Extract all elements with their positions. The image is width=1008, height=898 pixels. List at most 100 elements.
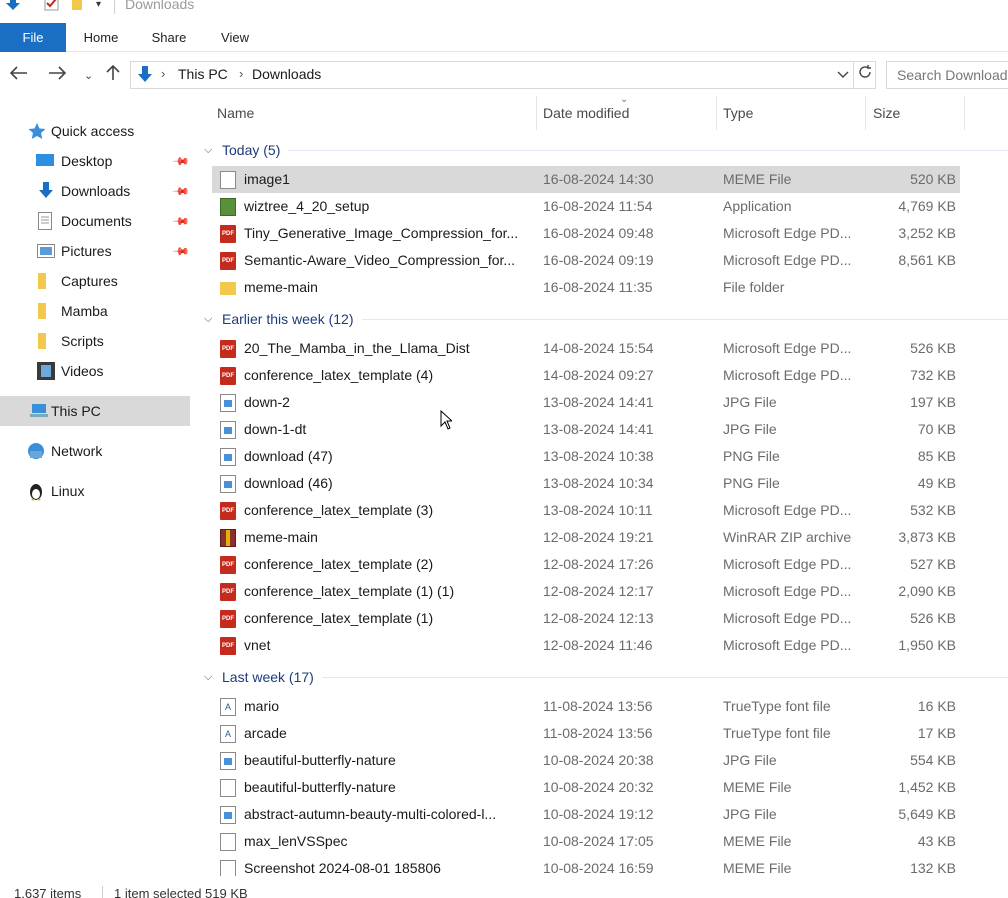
file-date-modified: 13-08-2024 14:41 — [543, 421, 654, 437]
customize-toolbar-chevron-icon[interactable]: ▾ — [96, 0, 101, 14]
breadcrumb-chevron-icon[interactable]: › — [239, 66, 243, 81]
file-row[interactable]: meme-main 16-08-2024 11:35 File folder — [212, 274, 960, 301]
breadcrumb-downloads[interactable]: Downloads — [252, 66, 321, 82]
file-name: Screenshot 2024-08-01 185806 — [244, 860, 441, 876]
sidebar-item-scripts[interactable]: Scripts — [0, 326, 192, 356]
sidebar-item-captures[interactable]: Captures — [0, 266, 192, 296]
file-row[interactable]: download (47) 13-08-2024 10:38 PNG File 85 … — [212, 443, 960, 470]
tab-home[interactable]: Home — [70, 23, 132, 52]
file-row[interactable]: wiztree_4_20_setup 16-08-2024 11:54 Applic… — [212, 193, 960, 220]
pdf-icon: PDF — [220, 583, 236, 601]
sidebar-item-documents[interactable]: Documents 📌 — [0, 206, 192, 236]
address-bar[interactable]: › This PC › Downloads — [130, 61, 854, 89]
file-type: PNG File — [723, 475, 780, 491]
file-name: Semantic-Aware_Video_Compression_for... — [244, 252, 516, 268]
pin-icon[interactable]: 📌 — [171, 242, 190, 260]
file-row[interactable]: Amario 11-08-2024 13:56 TrueType font file… — [212, 693, 960, 720]
collapse-chevron-icon[interactable]: ⌵ — [204, 144, 214, 157]
file-date-modified: 12-08-2024 12:17 — [543, 583, 654, 599]
tab-file[interactable]: File — [0, 23, 66, 52]
download-arrow-icon[interactable] — [4, 0, 22, 14]
file-row[interactable]: PDF conference_latex_template (3) 13-08-20… — [212, 497, 960, 524]
breadcrumb-this-pc[interactable]: This PC — [178, 66, 228, 82]
pin-icon[interactable]: 📌 — [171, 212, 190, 230]
sidebar-item-quick-access[interactable]: Quick access — [0, 116, 192, 146]
file-name: max_lenVSSpec — [244, 833, 348, 849]
group-label: Today (5) — [222, 142, 281, 158]
file-name: meme-main — [244, 529, 318, 545]
tab-share[interactable]: Share — [140, 23, 198, 52]
pdf-icon: PDF — [220, 225, 236, 243]
pin-icon[interactable]: 📌 — [171, 152, 190, 170]
new-folder-icon[interactable] — [72, 0, 84, 14]
column-header-size[interactable]: Size — [873, 96, 900, 130]
sidebar-item-pictures[interactable]: Pictures 📌 — [0, 236, 192, 266]
mouse-cursor-icon — [440, 409, 454, 433]
file-size: 43 KB — [917, 833, 956, 849]
column-divider[interactable] — [536, 96, 537, 130]
file-row[interactable]: down-2 13-08-2024 14:41 JPG File 197 KB — [212, 389, 960, 416]
file-row[interactable]: PDF 20_The_Mamba_in_the_Llama_Dist 14-08-2… — [212, 335, 960, 362]
file-row[interactable]: down-1-dt 13-08-2024 14:41 JPG File 70 KB — [212, 416, 960, 443]
file-type: JPG File — [723, 752, 777, 768]
file-row[interactable]: max_lenVSSpec 10-08-2024 17:05 MEME File 43… — [212, 828, 960, 855]
column-divider[interactable] — [964, 96, 965, 130]
file-row[interactable]: PDF conference_latex_template (1) 12-08-20… — [212, 605, 960, 632]
file-name: conference_latex_template (1) (1) — [244, 583, 455, 599]
sidebar-item-videos[interactable]: Videos — [0, 356, 192, 386]
column-header-type[interactable]: Type — [723, 96, 753, 130]
file-row[interactable]: PDF vnet 12-08-2024 11:46 Microsoft Edge PD… — [212, 632, 960, 659]
breadcrumb-chevron-icon[interactable]: › — [161, 66, 165, 81]
file-name: beautiful-butterfly-nature — [244, 752, 396, 768]
folder-icon — [38, 333, 56, 349]
sidebar-item-linux[interactable]: Linux — [0, 476, 192, 506]
group-header[interactable]: ⌵ Earlier this week (12) — [204, 309, 354, 329]
sidebar-item-network[interactable]: Network — [0, 436, 192, 466]
file-row[interactable]: abstract-autumn-beauty-multi-colored-l..… — [212, 801, 960, 828]
sidebar-item-this-pc[interactable]: This PC — [0, 396, 190, 426]
file-row[interactable]: PDF conference_latex_template (1) (1) 12-0… — [212, 578, 960, 605]
refresh-button[interactable] — [854, 61, 876, 89]
tab-view[interactable]: View — [206, 23, 264, 52]
column-divider[interactable] — [865, 96, 866, 130]
navigation-bar: ⌄ › This PC › Downloads Search Downloads — [0, 52, 1008, 96]
column-header-name[interactable]: Name — [217, 96, 254, 130]
file-name: conference_latex_template (2) — [244, 556, 434, 572]
group-header[interactable]: ⌵ Today (5) — [204, 140, 280, 160]
group-header[interactable]: ⌵ Last week (17) — [204, 667, 314, 687]
file-size: 132 KB — [910, 860, 956, 876]
file-row[interactable]: PDF Tiny_Generative_Image_Compression_for… — [212, 220, 960, 247]
file-row[interactable]: Aarcade 11-08-2024 13:56 TrueType font fil… — [212, 720, 960, 747]
sidebar-item-downloads[interactable]: Downloads 📌 — [0, 176, 192, 206]
collapse-chevron-icon[interactable]: ⌵ — [204, 671, 214, 684]
properties-check-icon[interactable] — [44, 0, 60, 14]
file-date-modified: 11-08-2024 13:56 — [543, 725, 653, 741]
forward-arrow-icon[interactable] — [48, 64, 67, 84]
recent-locations-chevron-icon[interactable]: ⌄ — [84, 66, 93, 86]
file-row[interactable]: PDF Semantic-Aware_Video_Compression_for.… — [212, 247, 960, 274]
videos-icon — [37, 362, 55, 380]
file-row[interactable]: beautiful-butterfly-nature 10-08-2024 20:… — [212, 747, 960, 774]
pin-icon[interactable]: 📌 — [171, 182, 190, 200]
navigation-pane: Quick access Desktop 📌 Downloads 📌 Docum… — [0, 96, 192, 876]
up-arrow-icon[interactable] — [106, 64, 120, 84]
collapse-chevron-icon[interactable]: ⌵ — [204, 313, 214, 326]
file-row[interactable]: PDF conference_latex_template (4) 14-08-20… — [212, 362, 960, 389]
column-divider[interactable] — [716, 96, 717, 130]
file-row[interactable]: meme-main 12-08-2024 19:21 WinRAR ZIP arch… — [212, 524, 960, 551]
file-row[interactable]: beautiful-butterfly-nature 10-08-2024 20:… — [212, 774, 960, 801]
pdf-icon: PDF — [220, 637, 236, 655]
back-arrow-icon[interactable] — [9, 64, 28, 84]
file-row[interactable]: PDF conference_latex_template (2) 12-08-20… — [212, 551, 960, 578]
file-size: 520 KB — [910, 171, 956, 187]
file-name: down-2 — [244, 394, 290, 410]
column-header-date-modified[interactable]: Date modified — [543, 96, 629, 130]
file-row[interactable]: download (46) 13-08-2024 10:34 PNG File 49 … — [212, 470, 960, 497]
file-date-modified: 16-08-2024 11:35 — [543, 279, 653, 295]
file-row[interactable]: image1 16-08-2024 14:30 MEME File 520 KB — [212, 166, 960, 193]
address-dropdown-chevron-icon[interactable] — [837, 65, 849, 86]
font-icon: A — [220, 698, 236, 716]
search-input[interactable]: Search Downloads — [886, 61, 1008, 89]
sidebar-item-desktop[interactable]: Desktop 📌 — [0, 146, 192, 176]
sidebar-item-mamba[interactable]: Mamba — [0, 296, 192, 326]
